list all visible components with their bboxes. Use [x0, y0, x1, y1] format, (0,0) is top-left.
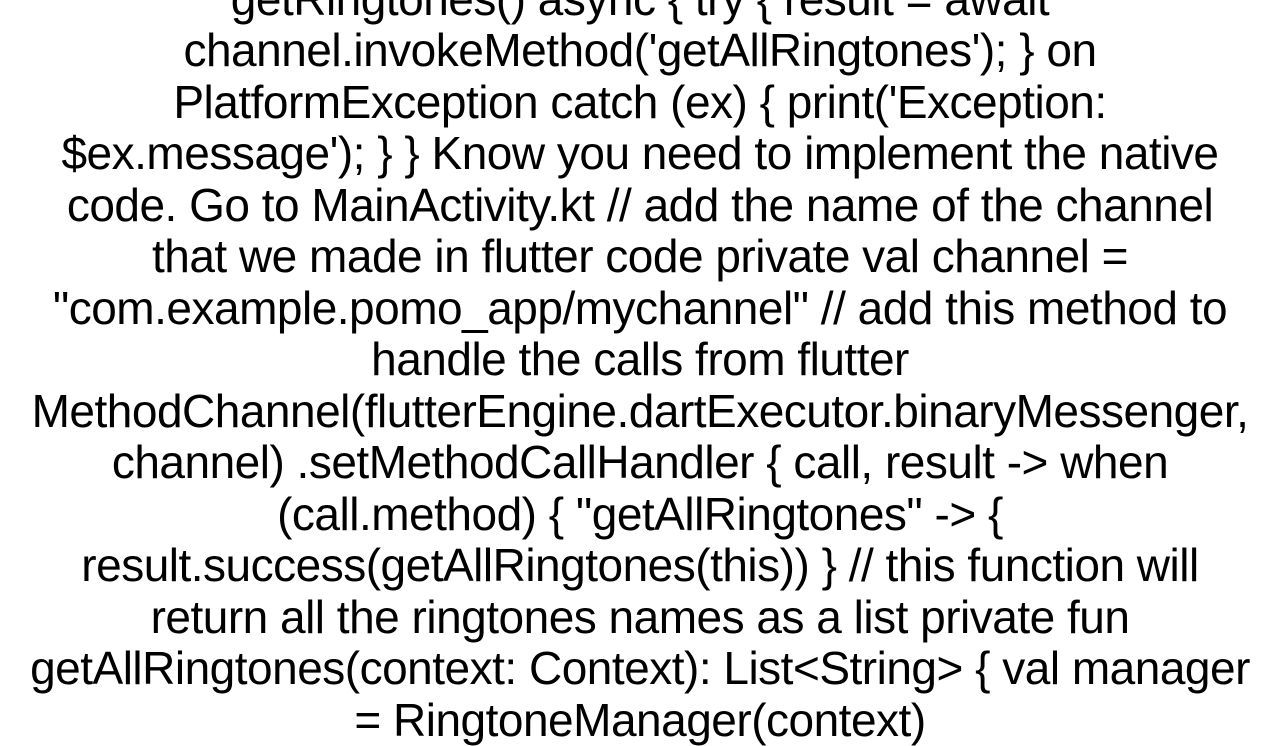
document-text: getRingtones() async { try { result = aw… [25, 0, 1255, 746]
